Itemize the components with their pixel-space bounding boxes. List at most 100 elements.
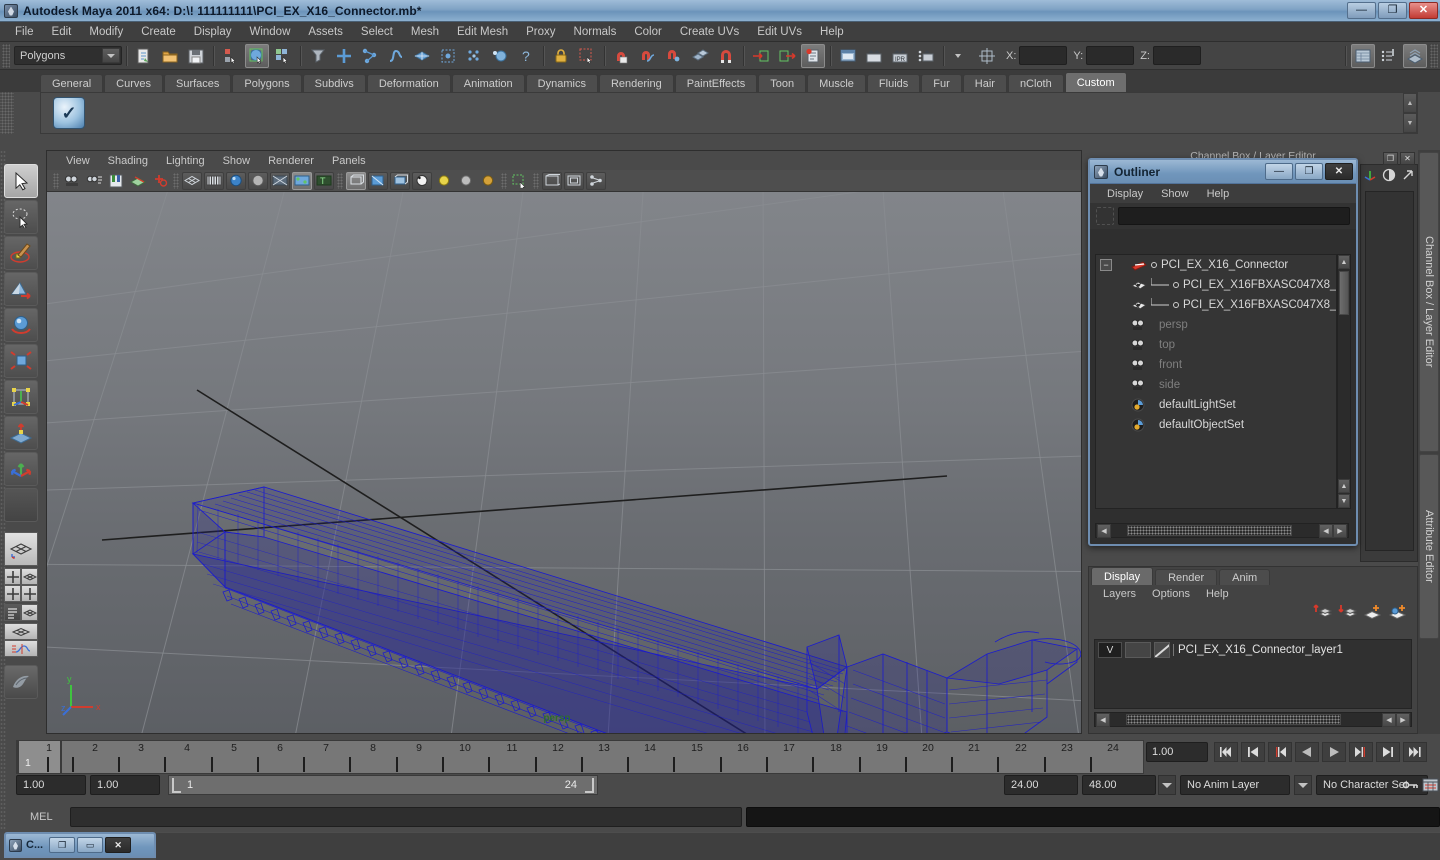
viewport-menu-panels[interactable]: Panels <box>323 154 375 168</box>
joints-icon[interactable] <box>358 44 382 68</box>
textured-icon[interactable] <box>292 171 312 190</box>
film-gate-icon[interactable] <box>564 171 584 190</box>
menu-edit[interactable]: Edit <box>43 24 81 40</box>
misc-icon[interactable]: ? <box>514 44 538 68</box>
select-component-icon[interactable] <box>271 44 295 68</box>
filter-icon[interactable] <box>1096 207 1114 225</box>
maya-dragon-icon[interactable] <box>4 665 38 699</box>
time-slider[interactable]: 1 1 2 3 4 5 6 7 8 9 10 11 12 13 14 15 16… <box>16 740 1144 774</box>
shelf-tab-fur[interactable]: Fur <box>921 74 962 92</box>
shelf-tab-subdivs[interactable]: Subdivs <box>302 74 366 92</box>
animation-start-time-field[interactable]: 1.00 <box>16 775 86 795</box>
dock-tab-channel-box[interactable]: Channel Box / Layer Editor <box>1419 152 1439 452</box>
outliner-scroll-thumb[interactable] <box>1339 271 1349 315</box>
shelf-tab-dynamics[interactable]: Dynamics <box>525 74 598 92</box>
handles-icon[interactable] <box>332 44 356 68</box>
layer-scroll-left-2[interactable]: ◀ <box>1382 712 1396 727</box>
viewport-menu-renderer[interactable]: Renderer <box>259 154 323 168</box>
outliner-scroll-left-2[interactable]: ◀ <box>1319 523 1333 538</box>
outliner-minimize-button[interactable]: — <box>1265 163 1293 180</box>
render-settings-icon[interactable] <box>914 44 938 68</box>
outliner-item-top[interactable]: top <box>1096 335 1336 355</box>
toolbar-grip[interactable] <box>337 172 343 189</box>
xray-joints-icon[interactable] <box>368 171 388 190</box>
go-to-end-icon[interactable] <box>1403 742 1427 762</box>
minimized-window[interactable]: C... ❐ ▭ ✕ <box>4 832 156 858</box>
shelf-scroll-controls[interactable]: ▲ ▼ <box>1403 93 1417 133</box>
open-scene-icon[interactable] <box>158 44 182 68</box>
collapse-toggle-icon[interactable]: − <box>1100 259 1112 271</box>
outliner-scroll-right[interactable]: ▶ <box>1333 523 1347 538</box>
bookmarks-icon[interactable] <box>106 172 126 190</box>
shelf-grip[interactable] <box>0 92 14 134</box>
render-current-icon[interactable] <box>862 44 886 68</box>
ipr-render-icon[interactable]: IPR <box>888 44 912 68</box>
viewport-menu-show[interactable]: Show <box>214 154 260 168</box>
move-layer-up-icon[interactable] <box>1313 603 1333 623</box>
layout-four-pane-icon[interactable] <box>21 585 38 602</box>
channel-box-restore-button[interactable]: ❐ <box>1383 152 1398 165</box>
layer-type-toggle[interactable] <box>1125 642 1151 658</box>
maximize-button[interactable]: ❐ <box>1378 2 1407 19</box>
soft-modification-tool[interactable] <box>4 416 38 450</box>
menu-window[interactable]: Window <box>240 24 299 40</box>
toolbar-grip[interactable] <box>53 172 59 189</box>
layout-persp-icon[interactable] <box>21 568 38 585</box>
outliner-hscrollbar[interactable]: ◀ ◀ ▶ <box>1095 523 1349 538</box>
dock-tab-attribute-editor[interactable]: Attribute Editor <box>1419 454 1439 639</box>
axis-tripod-icon[interactable] <box>1363 168 1377 185</box>
channel-box-attribute-list[interactable] <box>1365 191 1414 551</box>
save-scene-icon[interactable] <box>184 44 208 68</box>
outliner-item-front[interactable]: front <box>1096 355 1336 375</box>
chevron-down-icon[interactable] <box>949 44 973 68</box>
z-input[interactable] <box>1152 46 1201 65</box>
channel-box-icon[interactable] <box>1351 43 1375 68</box>
anim-layer-dropdown-arrow[interactable] <box>1158 775 1176 795</box>
menu-proxy[interactable]: Proxy <box>517 24 564 40</box>
shelf-tab-muscle[interactable]: Muscle <box>807 74 866 92</box>
2d-pan-zoom-icon[interactable] <box>150 172 170 190</box>
outliner-hscroll-thumb[interactable] <box>1127 525 1292 536</box>
checkmark-sphere-icon[interactable]: ✓ <box>53 97 85 129</box>
range-slider-bar[interactable]: 1 24 <box>168 775 598 795</box>
y-input[interactable] <box>1086 46 1135 65</box>
snap-grid-icon[interactable] <box>610 44 634 68</box>
menuset-selector[interactable]: Polygons <box>14 46 122 65</box>
outliner-scroll-up-2[interactable]: ▲ <box>1338 479 1350 493</box>
layout-two-pane-icon[interactable] <box>4 585 21 602</box>
toolbar-grip[interactable] <box>533 172 539 189</box>
snap-plane-icon[interactable] <box>688 44 712 68</box>
animation-end-time-field[interactable]: 48.00 <box>1082 775 1156 795</box>
dynamics-icon[interactable] <box>462 44 486 68</box>
outliner-menu-show[interactable]: Show <box>1152 187 1198 201</box>
outliner-maximize-button[interactable]: ❐ <box>1295 163 1323 180</box>
select-hierarchy-icon[interactable] <box>219 44 243 68</box>
curves-icon[interactable] <box>384 44 408 68</box>
highlight-icon[interactable] <box>575 44 599 68</box>
input-connections-icon[interactable] <box>749 44 773 68</box>
single-perspective-layout[interactable] <box>4 532 38 566</box>
step-forward-keyframe-icon[interactable] <box>1376 742 1400 762</box>
blank-slot[interactable] <box>4 488 38 522</box>
close-button[interactable]: ✕ <box>1409 2 1438 19</box>
scale-tool[interactable] <box>4 344 38 378</box>
viewport-menu-shading[interactable]: Shading <box>99 154 157 168</box>
outliner-item-persp[interactable]: persp <box>1096 315 1336 335</box>
xray-icon[interactable] <box>346 171 366 190</box>
transform-fields-icon[interactable] <box>975 44 999 68</box>
layer-name[interactable]: PCI_EX_X16_Connector_layer1 <box>1173 644 1343 656</box>
new-scene-icon[interactable] <box>132 44 156 68</box>
layer-tab-display[interactable]: Display <box>1091 567 1154 585</box>
menu-help[interactable]: Help <box>811 24 853 40</box>
menu-mesh[interactable]: Mesh <box>402 24 448 40</box>
snap-point-icon[interactable] <box>662 44 686 68</box>
outliner-title-bar[interactable]: Outliner — ❐ ✕ <box>1090 160 1356 184</box>
menu-display[interactable]: Display <box>185 24 241 40</box>
step-back-keyframe-icon[interactable] <box>1241 742 1265 762</box>
lighting-text-icon[interactable]: T <box>314 171 334 190</box>
menu-color[interactable]: Color <box>625 24 670 40</box>
animation-preferences-icon[interactable] <box>1422 777 1439 796</box>
layer-scroll-left[interactable]: ◀ <box>1096 712 1110 727</box>
menu-edit-mesh[interactable]: Edit Mesh <box>448 24 517 40</box>
new-layer-from-selected-icon[interactable] <box>1388 603 1407 623</box>
